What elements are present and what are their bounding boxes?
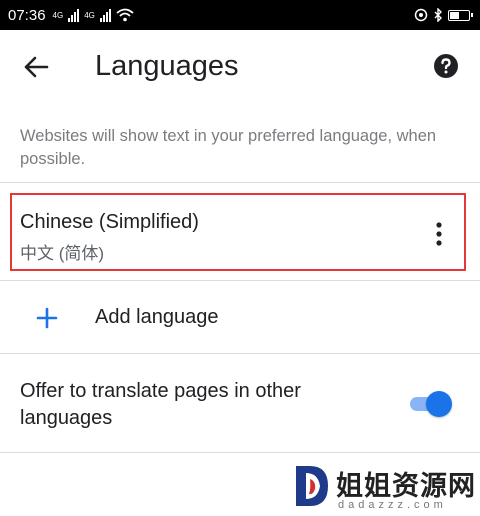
status-right <box>414 8 473 22</box>
more-vert-icon <box>436 222 442 246</box>
page-title: Languages <box>95 50 239 82</box>
language-menu-button[interactable] <box>433 221 445 247</box>
add-language-button[interactable]: Add language <box>0 290 480 346</box>
translate-setting-row: Offer to translate pages in other langua… <box>0 360 480 446</box>
translate-setting-label: Offer to translate pages in other langua… <box>20 380 301 429</box>
language-name: Chinese (Simplified) <box>20 211 199 233</box>
bluetooth-icon <box>434 8 442 22</box>
site-logo-icon <box>296 466 328 506</box>
divider <box>0 353 480 354</box>
languages-description: Websites will show text in your preferre… <box>20 127 437 168</box>
alarm-icon <box>414 8 428 22</box>
help-button[interactable] <box>433 53 459 79</box>
status-left: 07:36 4G 4G <box>8 7 134 24</box>
status-bar: 07:36 4G 4G <box>0 0 480 30</box>
watermark: 姐姐资源网 dadazzz.com <box>292 463 475 513</box>
divider <box>0 452 480 453</box>
back-button[interactable] <box>18 52 54 82</box>
watermark-title: 姐姐资源网 <box>336 471 476 501</box>
language-native-name: 中文 (简体) <box>20 244 105 263</box>
signal-4g-label-2: 4G <box>84 10 95 20</box>
plus-icon <box>36 307 58 329</box>
arrow-back-icon <box>24 56 49 78</box>
toggle-knob <box>426 391 452 417</box>
signal-strength-icon-2 <box>99 8 111 22</box>
signal-strength-icon <box>68 8 80 22</box>
divider <box>0 182 480 183</box>
status-time: 07:36 <box>8 6 46 24</box>
translate-toggle[interactable] <box>406 390 454 418</box>
wifi-icon <box>116 8 134 22</box>
help-circle-icon <box>434 54 458 78</box>
signal-4g-label-1: 4G <box>52 10 64 20</box>
add-language-label: Add language <box>95 306 219 328</box>
divider <box>0 280 480 281</box>
toolbar: Languages <box>0 30 480 102</box>
watermark-url: dadazzz.com <box>338 499 447 511</box>
language-item-chinese-simplified[interactable]: Chinese (Simplified) 中文 (简体) <box>10 193 466 271</box>
battery-icon <box>448 9 473 21</box>
